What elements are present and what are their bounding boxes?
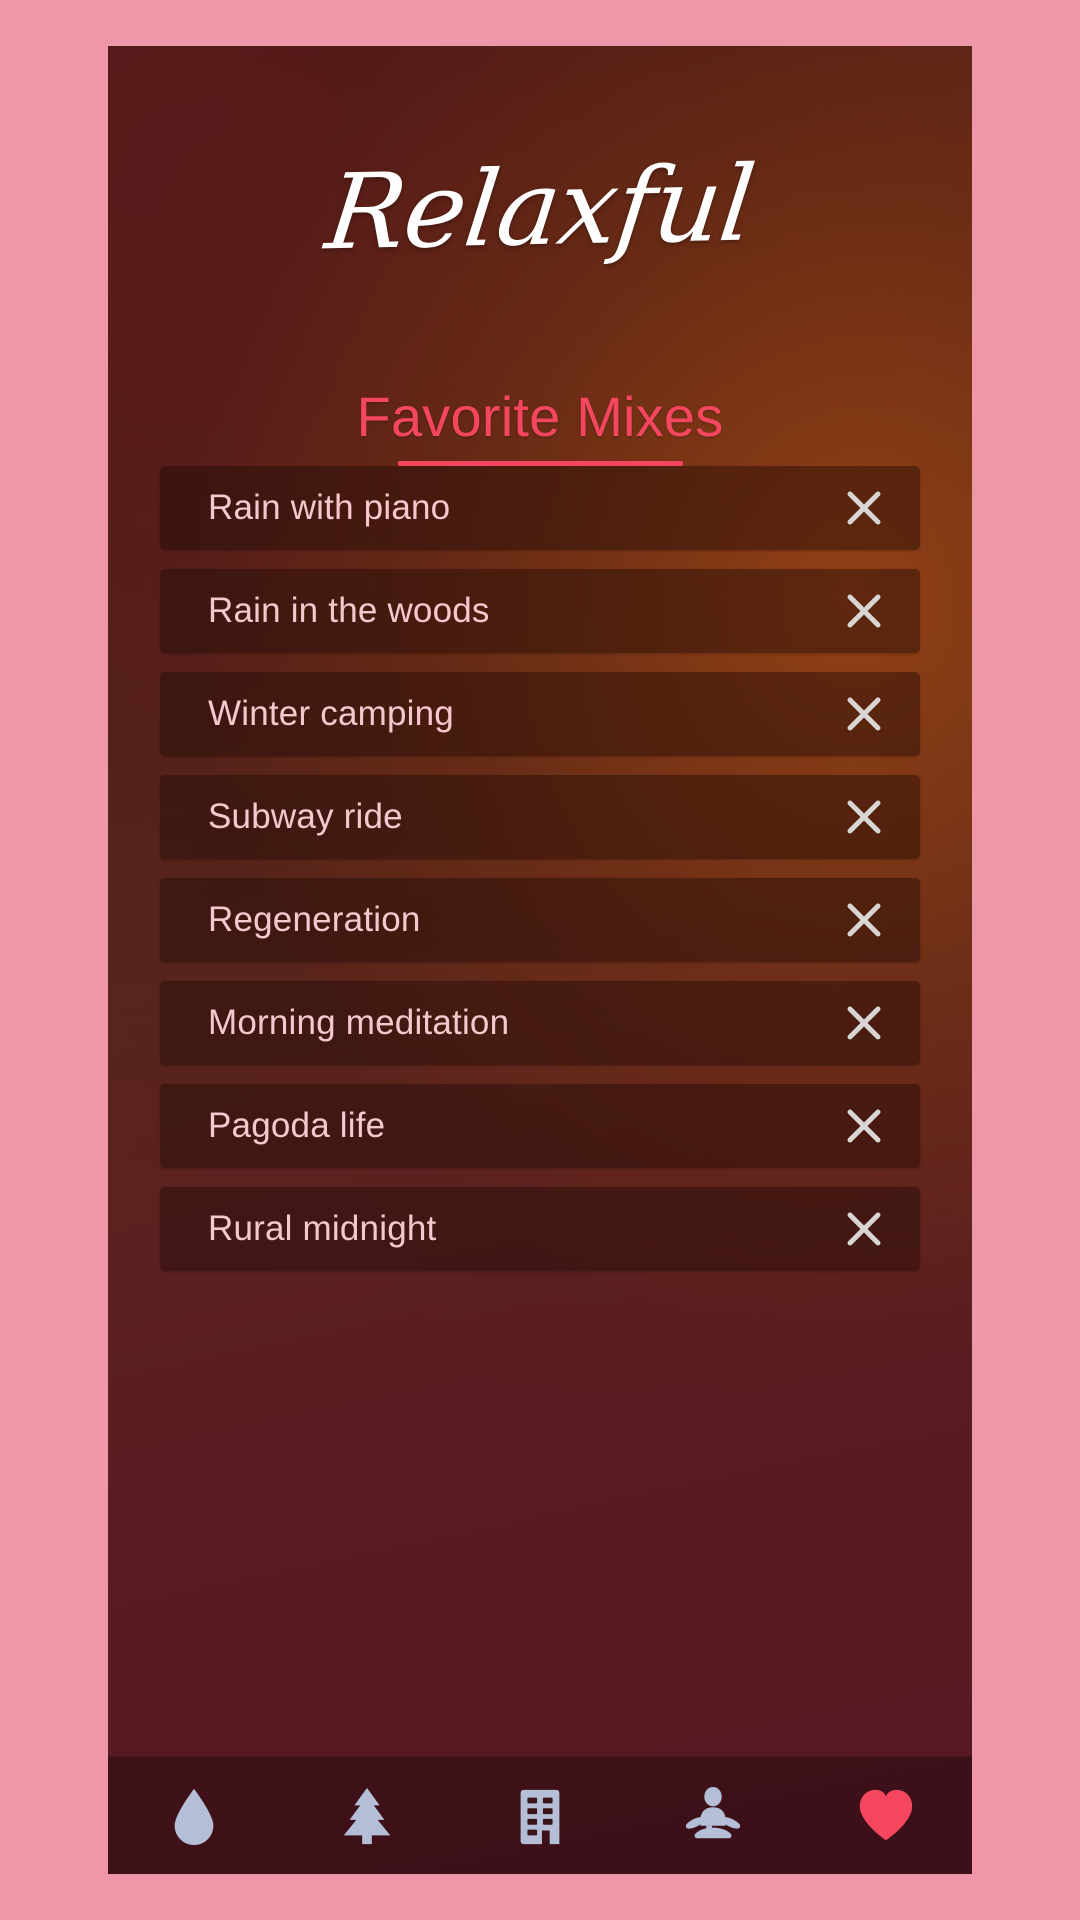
close-icon bbox=[847, 1212, 881, 1246]
remove-favorite-button[interactable] bbox=[834, 478, 894, 538]
pine-tree-icon bbox=[343, 1787, 391, 1844]
close-icon bbox=[847, 1109, 881, 1143]
favorite-row[interactable]: Morning meditation bbox=[160, 981, 920, 1065]
close-icon bbox=[847, 903, 881, 937]
nav-tab-nature[interactable] bbox=[308, 1766, 426, 1866]
building-icon bbox=[520, 1789, 560, 1844]
favorite-name: Subway ride bbox=[208, 797, 403, 836]
close-icon bbox=[847, 800, 881, 834]
favorite-row[interactable]: Rain with piano bbox=[160, 466, 920, 550]
favorite-name: Rain in the woods bbox=[208, 591, 490, 630]
remove-favorite-button[interactable] bbox=[834, 787, 894, 847]
favorite-name: Pagoda life bbox=[208, 1106, 386, 1145]
remove-favorite-button[interactable] bbox=[834, 684, 894, 744]
favorite-row[interactable]: Winter camping bbox=[160, 672, 920, 756]
remove-favorite-button[interactable] bbox=[834, 1199, 894, 1259]
favorite-name: Rural midnight bbox=[208, 1209, 437, 1248]
nav-tab-meditation[interactable] bbox=[654, 1766, 772, 1866]
meditation-icon bbox=[685, 1786, 740, 1838]
favorite-name: Regeneration bbox=[208, 900, 421, 939]
favorite-row[interactable]: Rural midnight bbox=[160, 1187, 920, 1271]
heart-icon bbox=[859, 1789, 912, 1840]
close-icon bbox=[847, 594, 881, 628]
favorite-row[interactable]: Subway ride bbox=[160, 775, 920, 859]
phone-screen: Relaxful Favorite Mixes Rain with piano R… bbox=[108, 46, 972, 1874]
remove-favorite-button[interactable] bbox=[834, 1096, 894, 1156]
favorite-row[interactable]: Rain in the woods bbox=[160, 569, 920, 653]
favorite-name: Winter camping bbox=[208, 694, 454, 733]
app-brand: Relaxful bbox=[108, 143, 972, 274]
section-heading-text: Favorite Mixes bbox=[356, 385, 724, 448]
screenshot-root: Relaxful Favorite Mixes Rain with piano R… bbox=[0, 0, 1080, 1920]
remove-favorite-button[interactable] bbox=[834, 890, 894, 950]
remove-favorite-button[interactable] bbox=[834, 581, 894, 641]
favorite-row[interactable]: Pagoda life bbox=[160, 1084, 920, 1168]
nav-tab-city[interactable] bbox=[481, 1766, 599, 1866]
close-icon bbox=[847, 697, 881, 731]
remove-favorite-button[interactable] bbox=[834, 993, 894, 1053]
bottom-nav bbox=[108, 1756, 972, 1874]
close-icon bbox=[847, 1006, 881, 1040]
favorites-list: Rain with piano Rain in the woods Winter c… bbox=[160, 466, 920, 1290]
favorite-row[interactable]: Regeneration bbox=[160, 878, 920, 962]
nav-tab-rain[interactable] bbox=[135, 1766, 253, 1866]
app-brand-text: Relaxful bbox=[319, 142, 761, 274]
favorite-name: Morning meditation bbox=[208, 1003, 510, 1042]
favorite-name: Rain with piano bbox=[208, 488, 451, 527]
close-icon bbox=[847, 491, 881, 525]
section-heading: Favorite Mixes bbox=[108, 385, 972, 466]
water-drop-icon bbox=[175, 1788, 214, 1845]
nav-tab-favorites[interactable] bbox=[827, 1766, 945, 1866]
